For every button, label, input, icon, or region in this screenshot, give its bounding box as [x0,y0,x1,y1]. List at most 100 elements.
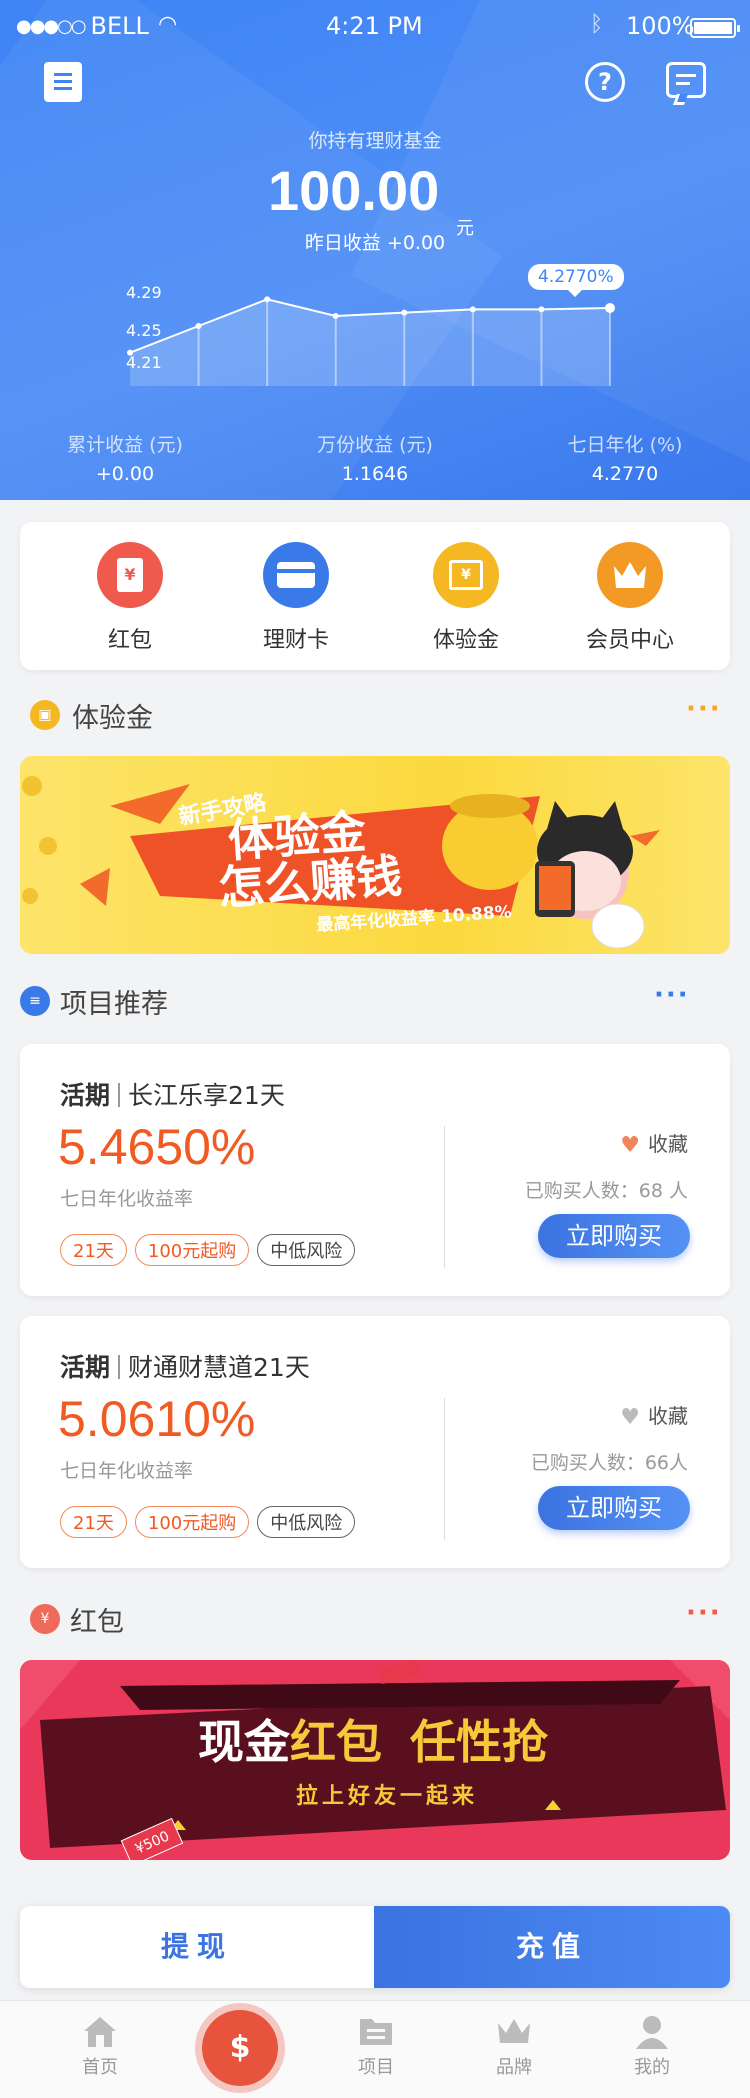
user-icon [632,2013,672,2049]
buy-button[interactable]: 立即购买 [538,1486,690,1530]
home-icon [80,2013,120,2049]
tab-label: 我的 [634,2057,670,2078]
section-title-redpacket: 红包 [70,1607,124,1638]
stats-row: 累计收益 (元) +0.00 万份收益 (元) 1.1646 七日年化 (%) … [0,430,750,485]
quick-item-trial[interactable]: ¥ 体验金 [406,542,526,654]
divider [444,1398,445,1540]
favorite-button[interactable]: ♥ 收藏 [620,1400,688,1430]
holding-amount: 100.00 [268,159,440,222]
tab-label: 品牌 [496,2057,532,2078]
help-icon[interactable]: ? [585,62,625,102]
project-card[interactable]: 活期 长江乐享21天 5.4650% 七日年化收益率 21天 100元起购 中低风险 … [20,1044,730,1296]
battery-percent: 100% [626,12,695,40]
quick-item-red-packet[interactable]: ¥ 红包 [70,542,190,654]
quick-item-label: 理财卡 [262,628,329,653]
heart-icon: ♥ [620,1133,640,1158]
title-part: 任性抢 [410,1715,548,1769]
red-packet-banner[interactable]: ¥500 现金红包 任性抢 拉上好友一起来 [20,1660,730,1860]
project-tags: 21天 100元起购 中低风险 [60,1506,363,1538]
list-icon: ≡ [20,986,50,1016]
section-title-projects: 项目推荐 [60,989,168,1020]
red-banner-title: 现金红包 任性抢 [198,1706,548,1772]
chart-point [605,303,615,313]
battery-icon [690,18,740,38]
action-bar: 提现 充值 [20,1906,730,1988]
project-rate-label: 七日年化收益率 [60,1188,194,1210]
quick-item-label: 会员中心 [585,628,674,653]
banner-line2: 怎么赚钱 [216,848,404,916]
project-card[interactable]: 活期 财通财慧道21天 5.0610% 七日年化收益率 21天 100元起购 中低风险… [20,1316,730,1568]
trial-banner[interactable]: 新手攻略 体验金 怎么赚钱 最高年化收益率 10.88% [20,756,730,954]
chart-point [332,313,339,319]
chart-point [538,306,545,313]
tab-label: 首页 [82,2057,118,2078]
quick-item-label: 红包 [107,628,152,653]
chart-tick-label: 4.29 [126,283,162,302]
project-kind: 活期 [60,1353,111,1382]
tag: 100元起购 [134,1234,250,1266]
stat-value: +0.00 [95,463,155,485]
tag: 100元起购 [134,1506,250,1538]
yesterday-earnings: 昨日收益 +0.00 [304,232,446,254]
project-rate-label: 七日年化收益率 [60,1460,194,1482]
quick-menu: ¥ 红包 理财卡 ¥ 体验金 会员中心 [20,522,730,670]
more-trial-icon[interactable]: ··· [686,694,722,724]
card-icon [263,542,329,608]
title-part: 红包 [290,1715,382,1769]
project-kind: 活期 [60,1081,111,1110]
chart-tick-label: 4.25 [126,321,162,340]
trial-section-icon: ▣ [30,700,60,730]
project-title: 活期 财通财慧道21天 [60,1348,310,1384]
tab-brand[interactable]: 品牌 [474,2013,554,2079]
carrier: ●●●○○ BELL [16,12,149,40]
more-redpacket-icon[interactable]: ··· [686,1598,722,1628]
red-packet-section-icon: ¥ [30,1604,60,1634]
heart-icon: ♥ [620,1405,640,1430]
buyers-count: 已购买人数：66人 [530,1452,688,1474]
holding-label: 你持有理财基金 [308,130,442,152]
message-icon[interactable] [666,62,706,98]
chart-point [469,306,476,313]
project-tags: 21天 100元起购 中低风险 [60,1234,363,1266]
divider [444,1126,445,1268]
red-packet-icon: ¥ [97,542,163,608]
chart-point [264,296,271,303]
stat-value: 4.2770 [591,463,659,485]
tag: 21天 [60,1234,127,1266]
project-rate: 5.0610% [58,1391,256,1447]
project-title: 活期 长江乐享21天 [60,1076,285,1112]
recharge-button[interactable]: 充值 [374,1906,730,1988]
buyers-count: 已购买人数：68 人 [524,1180,688,1202]
favorite-label: 收藏 [648,1132,688,1156]
tab-home[interactable]: 首页 [60,2013,140,2079]
crown-icon [494,2013,534,2049]
stat-7day: 七日年化 (%) 4.2770 [500,430,750,485]
chart-tooltip: 4.2770% [528,264,624,297]
buy-button[interactable]: 立即购买 [538,1214,690,1258]
quick-item-card[interactable]: 理财卡 [236,542,356,654]
favorite-label: 收藏 [648,1404,688,1428]
tag: 21天 [60,1506,127,1538]
quick-item-member[interactable]: 会员中心 [570,542,690,654]
header: ●●●○○ BELL ◠ 4:21 PM ᛒ 100% ? 你持有理财基金 100… [0,0,750,500]
wifi-icon: ◠ [158,12,178,37]
carrier-name: BELL [90,12,149,40]
title-part: 现金 [198,1715,290,1769]
chart-point [401,309,408,316]
withdraw-button[interactable]: 提现 [20,1906,374,1988]
money-bag-icon[interactable]: $ [202,2010,278,2086]
menu-icon[interactable] [44,62,82,102]
chart-point [195,323,202,329]
tab-mine[interactable]: 我的 [612,2013,692,2079]
project-name: 长江乐享21天 [128,1081,285,1110]
stat-label: 万份收益 (元) [317,434,433,456]
tag: 中低风险 [257,1506,356,1538]
bluetooth-icon: ᛒ [590,12,604,37]
tab-bar: 首页 项目 品牌 我的 [0,2000,750,2098]
chart-area [130,299,610,386]
more-projects-icon[interactable]: ··· [654,980,690,1010]
tab-projects[interactable]: 项目 [336,2013,416,2079]
stat-cumulative: 累计收益 (元) +0.00 [0,430,250,485]
stat-per-10k: 万份收益 (元) 1.1646 [250,430,500,485]
favorite-button[interactable]: ♥ 收藏 [620,1128,688,1158]
